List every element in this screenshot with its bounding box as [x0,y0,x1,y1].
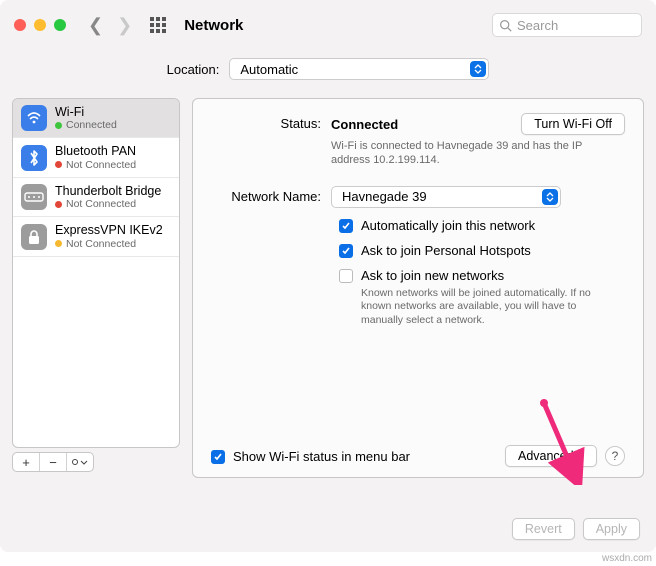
status-description: Wi-Fi is connected to Havnegade 39 and h… [331,139,591,168]
sidebar-item-status: Not Connected [55,159,136,171]
ask-hotspot-label: Ask to join Personal Hotspots [361,243,531,258]
add-button[interactable]: + [13,453,40,471]
sidebar-item-bluetooth-pan[interactable]: Bluetooth PANNot Connected [13,138,179,177]
remove-button[interactable]: − [40,453,67,471]
ask-new-label: Ask to join new networks [361,268,504,283]
chevron-updown-icon [542,189,558,205]
turn-wifi-off-button[interactable]: Turn Wi-Fi Off [521,113,625,135]
sidebar-item-expressvpn-ikev2[interactable]: ExpressVPN IKEv2Not Connected [13,217,179,256]
sidebar-item-label: Thunderbolt Bridge [55,184,161,198]
sidebar-item-label: Bluetooth PAN [55,144,136,158]
search-placeholder: Search [517,18,558,33]
sidebar-item-status: Not Connected [55,238,163,250]
forward-button: ❯ [117,15,132,36]
help-button[interactable]: ? [605,446,625,466]
advanced-button[interactable]: Advanced... [505,445,597,467]
tb-icon [21,184,47,210]
watermark: wsxdn.com [602,553,652,564]
detail-panel: Status: Connected Turn Wi-Fi Off Wi-Fi i… [192,98,644,478]
status-dot-icon [55,161,62,168]
sidebar: Wi-FiConnectedBluetooth PANNot Connected… [12,98,180,478]
apply-button[interactable]: Apply [583,518,640,540]
revert-button[interactable]: Revert [512,518,575,540]
bt-icon [21,145,47,171]
status-dot-icon [55,240,62,247]
sidebar-item-label: ExpressVPN IKEv2 [55,223,163,237]
location-value: Automatic [240,62,298,77]
location-label: Location: [167,62,220,77]
show-menu-checkbox[interactable] [211,450,225,464]
search-input[interactable]: Search [492,13,642,37]
show-all-icon[interactable] [150,17,166,33]
location-popup[interactable]: Automatic [229,58,489,80]
ask-hotspot-checkbox[interactable] [339,244,353,258]
show-menu-label: Show Wi-Fi status in menu bar [233,449,410,464]
sidebar-item-thunderbolt-bridge[interactable]: Thunderbolt BridgeNot Connected [13,178,179,217]
sidebar-item-label: Wi-Fi [55,105,117,119]
ask-new-checkbox[interactable] [339,269,353,283]
window-toolbar: ❮ ❯ Network Search [0,0,656,50]
wifi-icon [21,105,47,131]
back-button[interactable]: ❮ [88,15,103,36]
sidebar-item-wi-fi[interactable]: Wi-FiConnected [13,99,179,138]
sidebar-item-status: Not Connected [55,198,161,210]
zoom-icon[interactable] [54,19,66,31]
chevron-updown-icon [470,61,486,77]
network-name-label: Network Name: [211,186,321,204]
network-name-popup[interactable]: Havnegade 39 [331,186,561,208]
interface-list: Wi-FiConnectedBluetooth PANNot Connected… [12,98,180,448]
bottom-bar: Revert Apply [512,518,640,540]
status-label: Status: [211,113,321,131]
close-icon[interactable] [14,19,26,31]
minimize-icon[interactable] [34,19,46,31]
status-value: Connected [331,117,398,132]
action-menu-button[interactable] [67,453,93,471]
list-controls: + − [12,452,94,472]
action-menu-icon [71,457,89,467]
ask-new-help: Known networks will be joined automatica… [361,287,611,328]
status-dot-icon [55,201,62,208]
vpn-icon [21,224,47,250]
traffic-lights [14,19,66,31]
search-icon [499,19,512,32]
auto-join-label: Automatically join this network [361,218,535,233]
status-dot-icon [55,122,62,129]
network-name-value: Havnegade 39 [342,189,427,204]
window-title: Network [184,17,243,34]
nav-arrows: ❮ ❯ [88,15,132,36]
auto-join-checkbox[interactable] [339,219,353,233]
sidebar-item-status: Connected [55,119,117,131]
